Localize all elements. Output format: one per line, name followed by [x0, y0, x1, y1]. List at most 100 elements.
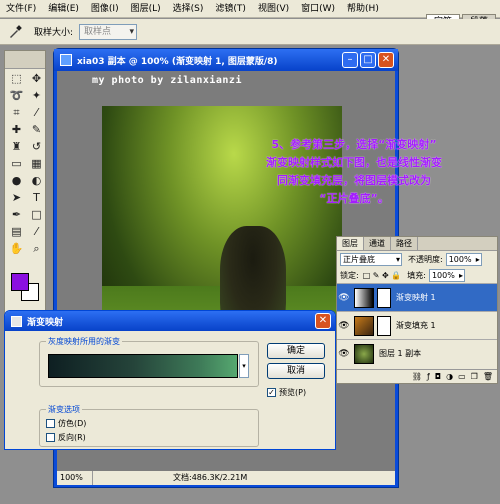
- ok-button[interactable]: 确定: [267, 343, 325, 359]
- new-group-icon[interactable]: ▭: [458, 370, 466, 383]
- reverse-checkbox[interactable]: 反向(R): [46, 432, 86, 443]
- menu-window[interactable]: 窗口(W): [295, 0, 341, 18]
- sample-size-select[interactable]: 取样点: [79, 23, 138, 40]
- gradient-map-thumb: [354, 287, 374, 308]
- lock-row: 锁定: □ ✎ ✥ 🔒 填充: 100%: [337, 267, 497, 283]
- history-brush-icon[interactable]: ↺: [27, 139, 46, 155]
- visibility-eye-icon[interactable]: 👁: [337, 293, 351, 303]
- fill-input[interactable]: 100%: [428, 268, 465, 282]
- opacity-label: 不透明度:: [408, 254, 443, 264]
- color-swatches: [11, 273, 41, 303]
- dither-checkbox[interactable]: 仿色(D): [46, 418, 86, 429]
- options-bar: 取样大小: 取样点: [0, 19, 500, 45]
- close-icon[interactable]: ✕: [378, 52, 394, 68]
- window-controls: – □ ✕: [342, 52, 394, 68]
- reverse-checkbox-box[interactable]: [46, 433, 55, 442]
- menu-edit[interactable]: 编辑(E): [42, 0, 85, 18]
- eyedropper-icon[interactable]: [6, 23, 24, 41]
- magic-wand-icon[interactable]: ✦: [27, 88, 46, 104]
- preview-checkbox-box[interactable]: ✓: [267, 388, 276, 397]
- gradient-options-label: 渐变选项: [46, 404, 82, 415]
- type-tool-icon[interactable]: T: [27, 190, 46, 206]
- blend-mode-select[interactable]: 正片叠底: [340, 252, 402, 266]
- preview-checkbox[interactable]: ✓ 预览(P): [267, 387, 306, 398]
- layer-name: 渐变映射 1: [396, 293, 436, 302]
- maximize-icon[interactable]: □: [360, 52, 376, 68]
- eraser-tool-icon[interactable]: ▭: [7, 156, 26, 172]
- dodge-tool-icon[interactable]: ◐: [27, 173, 46, 189]
- layer-style-icon[interactable]: ƒ: [427, 370, 430, 383]
- move-tool-icon[interactable]: ✥: [27, 71, 46, 87]
- brush-tool-icon[interactable]: ✎: [27, 122, 46, 138]
- menu-select[interactable]: 选择(S): [167, 0, 210, 18]
- image-layer-thumb: [354, 343, 374, 364]
- blur-tool-icon[interactable]: ●: [7, 173, 26, 189]
- lock-icons[interactable]: □ ✎ ✥ 🔒: [363, 271, 402, 280]
- link-icon[interactable]: ⛓: [412, 370, 422, 383]
- gradient-tool-icon[interactable]: ▦: [27, 156, 46, 172]
- menu-layer[interactable]: 图层(L): [125, 0, 167, 18]
- gradient-preview-bar[interactable]: [48, 354, 238, 378]
- visibility-eye-icon[interactable]: 👁: [337, 349, 351, 359]
- tab-layers[interactable]: 图层: [337, 237, 364, 250]
- photoshop-doc-icon: [60, 54, 72, 66]
- shape-tool-icon[interactable]: □: [27, 207, 46, 223]
- layer-mask-thumb[interactable]: [377, 287, 391, 308]
- pen-tool-icon[interactable]: ✒: [7, 207, 26, 223]
- fill-label: 填充:: [407, 270, 426, 280]
- visibility-eye-icon[interactable]: 👁: [337, 321, 351, 331]
- dialog-icon: [11, 315, 22, 327]
- gradient-group: 灰度映射所用的渐变 ▾: [39, 336, 259, 387]
- lasso-tool-icon[interactable]: ➰: [7, 88, 26, 104]
- adjustment-layer-icon[interactable]: ◑: [446, 370, 453, 383]
- dialog-close-icon[interactable]: ✕: [315, 313, 331, 329]
- foreground-color-swatch[interactable]: [11, 273, 29, 291]
- add-mask-icon[interactable]: ◘: [435, 370, 441, 383]
- hand-tool-icon[interactable]: ✋: [7, 241, 26, 257]
- notes-tool-icon[interactable]: ▤: [7, 224, 26, 240]
- minimize-icon[interactable]: –: [342, 52, 358, 68]
- path-select-icon[interactable]: ➤: [7, 190, 26, 206]
- blend-row: 正片叠底 不透明度: 100%: [337, 251, 497, 267]
- layer-name: 图层 1 副本: [379, 349, 422, 358]
- photo-watermark: my photo by zilanxianzi: [92, 75, 242, 86]
- gradient-group-label: 灰度映射所用的渐变: [46, 336, 122, 347]
- crop-tool-icon[interactable]: ⌗: [7, 105, 26, 121]
- gradient-picker-dropdown-icon[interactable]: ▾: [239, 354, 249, 378]
- reverse-label: 反向(R): [58, 433, 86, 442]
- tab-paths[interactable]: 路径: [391, 237, 418, 250]
- zoom-tool-icon[interactable]: ⌕: [27, 241, 46, 257]
- gradient-options-group: 渐变选项 仿色(D) 反向(R): [39, 404, 259, 447]
- menu-help[interactable]: 帮助(H): [341, 0, 385, 18]
- layer-gradient-map[interactable]: 👁 渐变映射 1: [337, 283, 497, 311]
- cancel-button[interactable]: 取消: [267, 363, 325, 379]
- marquee-tool-icon[interactable]: ⬚: [7, 71, 26, 87]
- slice-tool-icon[interactable]: ⁄: [27, 105, 46, 121]
- zoom-level[interactable]: 100%: [57, 471, 93, 485]
- annotation-line-2: 渐变映射样式如下图，也是线性渐变: [266, 156, 442, 169]
- tab-channels[interactable]: 通道: [364, 237, 391, 250]
- menu-image[interactable]: 图像(I): [85, 0, 125, 18]
- dialog-titlebar[interactable]: 渐变映射: [5, 311, 335, 331]
- menu-filter[interactable]: 滤镜(T): [209, 0, 252, 18]
- tutorial-annotation: 5、参考第三步，选择“渐变映射” 渐变映射样式如下图，也是线性渐变 同渐变填充层…: [204, 136, 500, 208]
- layer-gradient-fill[interactable]: 👁 渐变填充 1: [337, 311, 497, 339]
- menu-file[interactable]: 文件(F): [0, 0, 42, 18]
- layers-panel-footer: ⛓ ƒ ◘ ◑ ▭ ❐ 🗑: [337, 369, 497, 383]
- layer-name: 渐变填充 1: [396, 321, 436, 330]
- gradient-map-dialog: 渐变映射 ✕ 灰度映射所用的渐变 ▾ 渐变选项 仿色(D) 反向(R) 确定 取…: [4, 310, 336, 450]
- trash-icon[interactable]: 🗑: [483, 370, 493, 383]
- eyedropper-tool-icon[interactable]: ⁄: [27, 224, 46, 240]
- sample-size-label: 取样大小:: [34, 28, 74, 38]
- layer-mask-thumb[interactable]: [377, 315, 391, 336]
- menu-view[interactable]: 视图(V): [252, 0, 295, 18]
- dialog-title: 渐变映射: [27, 317, 64, 328]
- opacity-input[interactable]: 100%: [445, 252, 482, 266]
- healing-brush-icon[interactable]: ✚: [7, 122, 26, 138]
- clone-stamp-icon[interactable]: ♜: [7, 139, 26, 155]
- layer-image-copy[interactable]: 👁 图层 1 副本: [337, 339, 497, 367]
- new-layer-icon[interactable]: ❐: [471, 370, 478, 383]
- layers-panel-tabs: 图层 通道 路径: [337, 237, 497, 251]
- dither-checkbox-box[interactable]: [46, 419, 55, 428]
- lock-label: 锁定:: [340, 270, 359, 280]
